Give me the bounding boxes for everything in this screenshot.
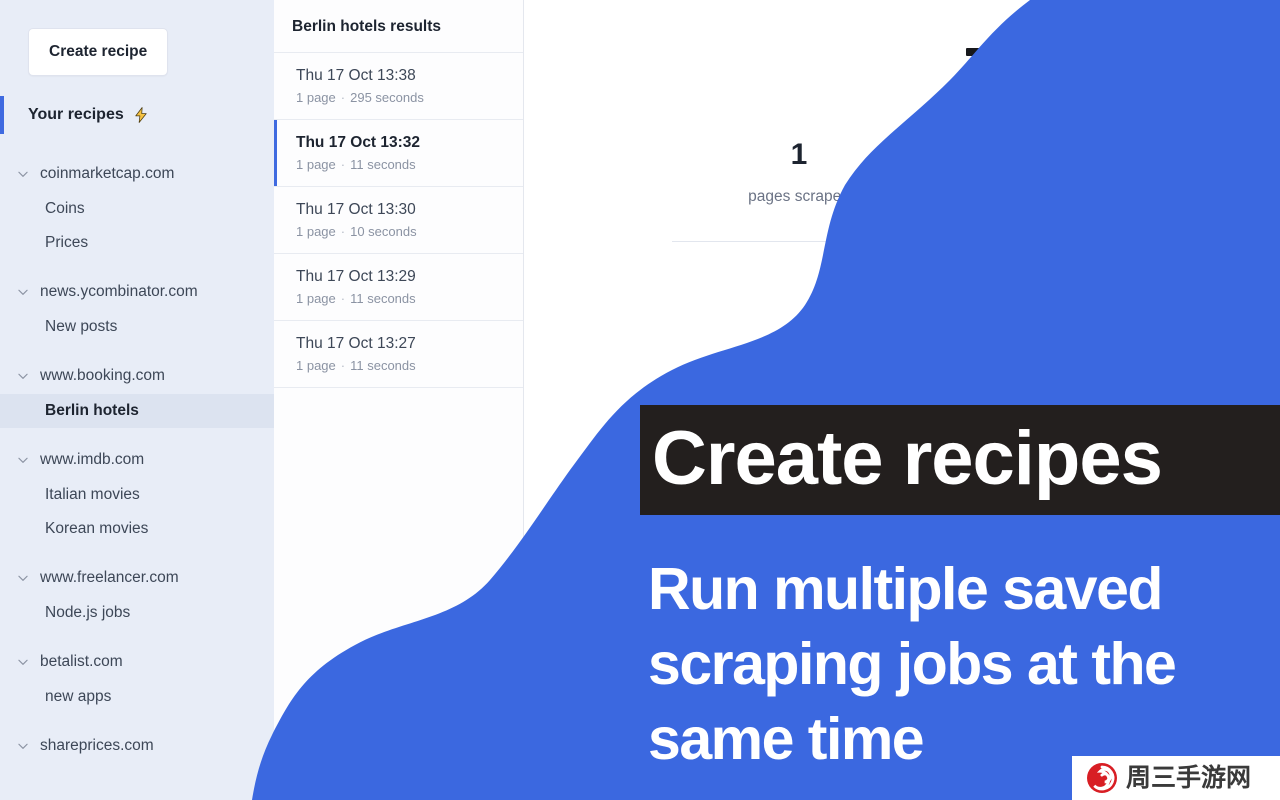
sidebar-recipe-korean-movies[interactable]: Korean movies xyxy=(0,512,274,546)
recipe-group: betalist.com new apps xyxy=(0,644,274,714)
promo-title-banner: Create recipes xyxy=(640,405,1280,516)
spiral-logo-icon xyxy=(1087,763,1117,793)
sidebar-domain-label: news.ycombinator.com xyxy=(40,283,198,300)
result-meta-separator: · xyxy=(340,90,346,105)
recipe-group: www.freelancer.com Node.js jobs xyxy=(0,560,274,630)
stat-divider xyxy=(672,241,902,242)
watermark: 周三手游网 xyxy=(1072,756,1280,800)
create-recipe-button[interactable]: Create recipe xyxy=(28,28,169,76)
result-timestamp: Thu 17 Oct 13:29 xyxy=(296,268,416,285)
sidebar-recipe-berlin-hotels[interactable]: Berlin hotels xyxy=(0,394,274,428)
results-list: Thu 17 Oct 13:38 1 page · 295 seconds Thu 17… xyxy=(274,53,523,388)
result-duration: 295 seconds xyxy=(350,90,424,105)
create-recipe-button-wrap: Create recipe xyxy=(0,0,274,76)
result-meta: 1 page · 11 seconds xyxy=(296,157,523,172)
sidebar-domain-label: www.booking.com xyxy=(40,367,165,384)
sidebar: Create recipe Your recipes coinmarketcap… xyxy=(0,0,274,800)
chevron-down-icon[interactable] xyxy=(16,453,30,467)
sidebar-recipe-node-js-jobs[interactable]: Node.js jobs xyxy=(0,596,274,630)
promo-subtitle: Run multiple saved scraping jobs at the … xyxy=(648,556,1177,772)
recipe-group: coinmarketcap.com Coins Prices xyxy=(0,156,274,260)
sidebar-domain-label: coinmarketcap.com xyxy=(40,165,175,182)
sidebar-recipe-new-posts[interactable]: New posts xyxy=(0,310,274,344)
sidebar-recipe-italian-movies[interactable]: Italian movies xyxy=(0,478,274,512)
recipe-group: www.imdb.com Italian movies Korean movies xyxy=(0,442,274,546)
result-meta-separator: · xyxy=(340,157,346,172)
your-recipes-label: Your recipes xyxy=(28,106,124,123)
result-meta: 1 page · 11 seconds xyxy=(296,291,523,306)
pages-scraped-stat: 1 pages scraped xyxy=(674,140,924,206)
result-timestamp: Thu 17 Oct 13:27 xyxy=(296,335,416,352)
recipes-tree: coinmarketcap.com Coins Prices news.ycombin… xyxy=(0,156,274,764)
result-timestamp: Thu 17 Oct 13:38 xyxy=(296,67,416,84)
chevron-down-icon[interactable] xyxy=(16,369,30,383)
chevron-down-icon[interactable] xyxy=(16,571,30,585)
result-duration: 11 seconds xyxy=(350,358,416,373)
chart-marker-icon xyxy=(966,48,988,64)
result-pages: 1 page xyxy=(296,90,336,105)
result-item[interactable]: Thu 17 Oct 13:30 1 page · 10 seconds xyxy=(274,187,523,254)
chevron-down-icon[interactable] xyxy=(16,739,30,753)
result-timestamp: Thu 17 Oct 13:30 xyxy=(296,201,416,218)
result-meta: 1 page · 10 seconds xyxy=(296,224,523,239)
result-duration: 10 seconds xyxy=(350,224,417,239)
sidebar-domain-news.ycombinator.com[interactable]: news.ycombinator.com xyxy=(0,274,274,310)
your-recipes-section-header[interactable]: Your recipes xyxy=(0,96,274,134)
lightning-bolt-icon xyxy=(132,106,150,124)
result-meta-separator: · xyxy=(340,291,346,306)
app-root: Create recipe Your recipes coinmarketcap… xyxy=(0,0,1280,800)
sidebar-recipe-coins[interactable]: Coins xyxy=(0,192,274,226)
result-pages: 1 page xyxy=(296,224,336,239)
chevron-down-icon[interactable] xyxy=(16,655,30,669)
sidebar-domain-label: shareprices.com xyxy=(40,737,154,754)
sidebar-domain-label: www.freelancer.com xyxy=(40,569,179,586)
recipe-group: www.booking.com Berlin hotels xyxy=(0,358,274,428)
sidebar-domain-www.freelancer.com[interactable]: www.freelancer.com xyxy=(0,560,274,596)
promo-title: Create recipes xyxy=(652,416,1163,501)
sidebar-domain-shareprices.com[interactable]: shareprices.com xyxy=(0,728,274,764)
watermark-text: 周三手游网 xyxy=(1126,763,1252,792)
recipe-group: shareprices.com xyxy=(0,728,274,764)
sidebar-domain-www.imdb.com[interactable]: www.imdb.com xyxy=(0,442,274,478)
sidebar-recipe-prices[interactable]: Prices xyxy=(0,226,274,260)
result-pages: 1 page xyxy=(296,157,336,172)
promo-subtitle-wrap: Run multiple saved scraping jobs at the … xyxy=(648,552,1248,777)
result-meta: 1 page · 11 seconds xyxy=(296,358,523,373)
result-item[interactable]: Thu 17 Oct 13:38 1 page · 295 seconds xyxy=(274,53,523,120)
result-duration: 11 seconds xyxy=(350,157,416,172)
result-meta-separator: · xyxy=(340,358,346,373)
chevron-down-icon[interactable] xyxy=(16,167,30,181)
chevron-down-icon[interactable] xyxy=(16,285,30,299)
results-panel-title: Berlin hotels results xyxy=(274,0,523,53)
pages-scraped-value: 1 xyxy=(790,138,808,171)
result-pages: 1 page xyxy=(296,358,336,373)
results-panel: Berlin hotels results Thu 17 Oct 13:38 1 … xyxy=(274,0,524,800)
result-duration: 11 seconds xyxy=(350,291,416,306)
result-meta: 1 page · 295 seconds xyxy=(296,90,523,105)
sidebar-domain-coinmarketcap.com[interactable]: coinmarketcap.com xyxy=(0,156,274,192)
result-meta-separator: · xyxy=(340,224,346,239)
sidebar-domain-label: www.imdb.com xyxy=(40,451,145,468)
result-item[interactable]: Thu 17 Oct 13:29 1 page · 11 seconds xyxy=(274,254,523,321)
sidebar-recipe-new-apps[interactable]: new apps xyxy=(0,680,274,714)
sidebar-domain-www.booking.com[interactable]: www.booking.com xyxy=(0,358,274,394)
result-item[interactable]: Thu 17 Oct 13:27 1 page · 11 seconds xyxy=(274,321,523,388)
sidebar-domain-betalist.com[interactable]: betalist.com xyxy=(0,644,274,680)
recipe-group: news.ycombinator.com New posts xyxy=(0,274,274,344)
sidebar-domain-label: betalist.com xyxy=(40,653,123,670)
result-timestamp: Thu 17 Oct 13:32 xyxy=(296,134,421,151)
result-item[interactable]: Thu 17 Oct 13:32 1 page · 11 seconds xyxy=(274,120,523,187)
pages-scraped-label: pages scraped xyxy=(748,188,850,205)
result-pages: 1 page xyxy=(296,291,336,306)
